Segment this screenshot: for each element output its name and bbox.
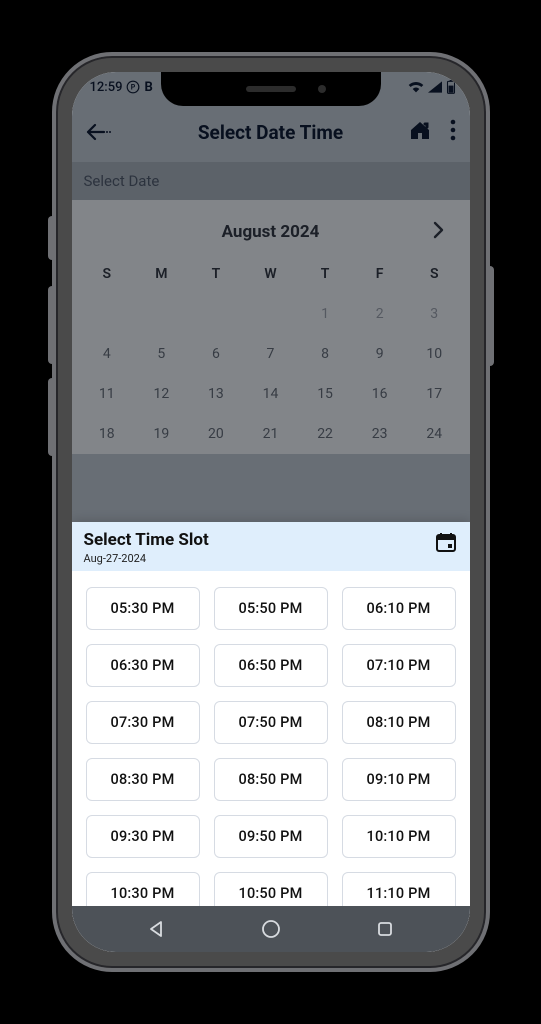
time-slot[interactable]: 09:10 PM: [342, 758, 456, 801]
time-slots-grid: 05:30 PM 05:50 PM 06:10 PM 06:30 PM 06:50 PM…: [72, 571, 470, 929]
time-slot[interactable]: 06:30 PM: [86, 644, 200, 687]
svg-text:P: P: [131, 83, 136, 91]
nav-recent-button[interactable]: [355, 914, 415, 944]
calendar-day[interactable]: 19: [134, 414, 189, 454]
phone-screen: 12:59 P B Select Date Ti: [72, 72, 470, 952]
time-slot[interactable]: 06:10 PM: [342, 587, 456, 630]
time-slot[interactable]: 07:30 PM: [86, 701, 200, 744]
time-slot-sheet: Select Time Slot Aug-27-2024 05:30 PM05:…: [72, 522, 470, 952]
phone-side-button: [486, 266, 494, 366]
calendar-day: [80, 294, 135, 334]
calendar-day[interactable]: 14: [243, 374, 298, 414]
section-select-date: Select Date: [72, 162, 470, 200]
phone-frame: 12:59 P B Select Date Ti: [52, 52, 490, 972]
calendar-icon: [434, 530, 458, 554]
calendar-dow: T: [189, 258, 244, 294]
calendar-day[interactable]: 12: [134, 374, 189, 414]
phone-notch: [161, 72, 381, 106]
nav-home-button[interactable]: [241, 914, 301, 944]
calendar-month-label: August 2024: [222, 222, 320, 242]
calendar-day[interactable]: 17: [407, 374, 462, 414]
signal-icon: [428, 81, 442, 93]
time-slot[interactable]: 08:30 PM: [86, 758, 200, 801]
home-icon: [408, 119, 432, 141]
calendar-day[interactable]: 6: [189, 334, 244, 374]
time-slot[interactable]: 07:10 PM: [342, 644, 456, 687]
calendar-day: [189, 294, 244, 334]
time-slot[interactable]: 07:50 PM: [214, 701, 328, 744]
battery-icon: [446, 80, 456, 94]
more-button[interactable]: [450, 119, 456, 145]
p-icon: P: [126, 80, 140, 94]
calendar-dow: S: [80, 258, 135, 294]
sheet-header: Select Time Slot Aug-27-2024: [72, 522, 470, 571]
calendar-day[interactable]: 2: [352, 294, 407, 334]
calendar-day[interactable]: 22: [298, 414, 353, 454]
chevron-right-icon: [432, 221, 444, 239]
calendar-day[interactable]: 7: [243, 334, 298, 374]
calendar-day[interactable]: 13: [189, 374, 244, 414]
calendar-day[interactable]: 20: [189, 414, 244, 454]
calendar-day[interactable]: 23: [352, 414, 407, 454]
calendar-next-button[interactable]: [432, 220, 444, 244]
phone-side-button: [48, 378, 56, 456]
app-header: Select Date Time: [72, 102, 470, 162]
sheet-title: Select Time Slot: [84, 530, 209, 550]
android-nav-bar: [72, 906, 470, 952]
calendar-day[interactable]: 5: [134, 334, 189, 374]
calendar-day[interactable]: 10: [407, 334, 462, 374]
calendar-day[interactable]: 15: [298, 374, 353, 414]
calendar-dow: M: [134, 258, 189, 294]
calendar-day[interactable]: 24: [407, 414, 462, 454]
calendar-dow: W: [243, 258, 298, 294]
time-slot[interactable]: 09:50 PM: [214, 815, 328, 858]
calendar-day[interactable]: 9: [352, 334, 407, 374]
phone-side-button: [48, 216, 56, 260]
time-slot[interactable]: 06:50 PM: [214, 644, 328, 687]
calendar-day: [243, 294, 298, 334]
calendar-day[interactable]: 21: [243, 414, 298, 454]
calendar-day[interactable]: 16: [352, 374, 407, 414]
time-slot[interactable]: 08:50 PM: [214, 758, 328, 801]
nav-back-icon: [147, 920, 165, 938]
calendar-day: [134, 294, 189, 334]
calendar-day[interactable]: 11: [80, 374, 135, 414]
phone-side-button: [48, 286, 56, 364]
status-time: 12:59: [90, 80, 123, 95]
calendar-dow: F: [352, 258, 407, 294]
open-calendar-button[interactable]: [434, 530, 458, 558]
time-slot[interactable]: 05:50 PM: [214, 587, 328, 630]
calendar-dow: T: [298, 258, 353, 294]
home-button[interactable]: [408, 119, 432, 145]
b-icon: B: [144, 80, 152, 95]
calendar-day[interactable]: 8: [298, 334, 353, 374]
calendar-day[interactable]: 1: [298, 294, 353, 334]
wifi-icon: [408, 81, 424, 93]
sheet-date: Aug-27-2024: [84, 552, 209, 565]
calendar: August 2024 SMTWTFS123456789101112131415…: [72, 200, 470, 454]
more-vert-icon: [450, 119, 456, 141]
calendar-dow: S: [407, 258, 462, 294]
time-slot[interactable]: 10:10 PM: [342, 815, 456, 858]
calendar-day[interactable]: 18: [80, 414, 135, 454]
calendar-day[interactable]: 4: [80, 334, 135, 374]
nav-recent-icon: [376, 920, 394, 938]
time-slot[interactable]: 09:30 PM: [86, 815, 200, 858]
calendar-day[interactable]: 3: [407, 294, 462, 334]
nav-back-button[interactable]: [126, 914, 186, 944]
nav-home-icon: [261, 919, 281, 939]
time-slot[interactable]: 05:30 PM: [86, 587, 200, 630]
time-slot[interactable]: 08:10 PM: [342, 701, 456, 744]
